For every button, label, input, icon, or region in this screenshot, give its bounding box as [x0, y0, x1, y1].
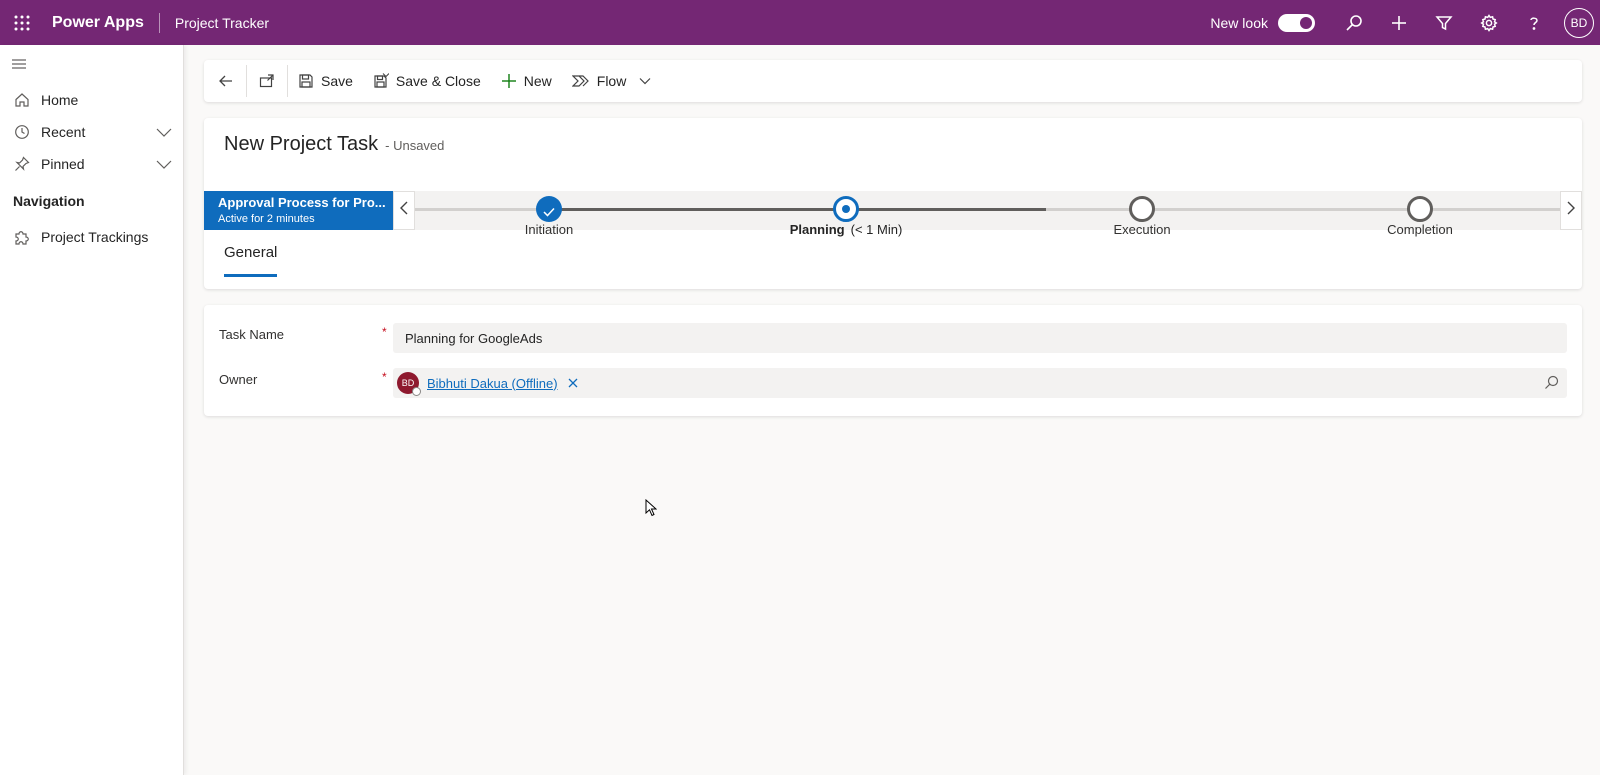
bpf-connector: [1046, 208, 1582, 211]
help-icon[interactable]: [1511, 0, 1556, 45]
page-title: New Project Task: [224, 133, 379, 155]
mouse-cursor-icon: [645, 498, 658, 522]
sidebar-item-label: Pinned: [41, 156, 85, 172]
chevron-down-icon[interactable]: [156, 125, 172, 141]
app-name[interactable]: Power Apps: [52, 14, 144, 32]
plus-icon: [501, 73, 517, 89]
sidebar-item-label: Project Trackings: [41, 229, 149, 245]
top-bar: Power Apps Project Tracker New look BD: [0, 0, 1600, 45]
owner-lookup[interactable]: BD Bibhuti Dakua (Offline): [393, 368, 1567, 398]
command-bar: Save Save & Close New Flow: [204, 60, 1582, 102]
close-icon[interactable]: [568, 378, 578, 388]
owner-link[interactable]: Bibhuti Dakua (Offline): [427, 376, 558, 391]
title-row: New Project Task - Unsaved: [224, 133, 444, 156]
save-close-icon: [373, 73, 389, 89]
save-label: Save: [321, 73, 353, 89]
app-subtitle[interactable]: Project Tracker: [175, 15, 269, 31]
chevron-right-icon: [1566, 201, 1576, 220]
top-right-actions: New look BD: [1210, 0, 1600, 45]
stage-planning-label[interactable]: Planning (< 1 Min): [790, 222, 903, 237]
stage-execution-node[interactable]: [1129, 196, 1155, 222]
presence-offline-icon: [412, 387, 421, 396]
stage-planning-duration: (< 1 Min): [850, 222, 903, 237]
arrow-left-icon: [218, 73, 234, 89]
owner-initials: BD: [401, 378, 415, 388]
business-process-flow: Approval Process for Pro... Active for 2…: [204, 191, 1582, 237]
sidebar-item-label: Recent: [41, 124, 86, 140]
form-header: New Project Task - Unsaved Approval Proc…: [204, 118, 1582, 289]
sidebar-item-label: Home: [41, 92, 79, 108]
stage-execution-label[interactable]: Execution: [1113, 222, 1170, 237]
save-close-button[interactable]: Save & Close: [363, 60, 491, 102]
home-icon: [12, 92, 32, 108]
flow-button[interactable]: Flow: [562, 60, 637, 102]
stage-planning-node[interactable]: [833, 196, 859, 222]
new-look-toggle[interactable]: [1278, 13, 1315, 32]
open-new-window-button[interactable]: [247, 60, 287, 102]
owner-avatar: BD: [397, 372, 421, 396]
clock-icon: [12, 124, 32, 140]
sidebar-item-home[interactable]: Home: [0, 84, 184, 116]
bpf-next-button[interactable]: [1560, 191, 1582, 230]
waffle-icon[interactable]: [0, 0, 44, 45]
checkmark-icon: [543, 204, 555, 222]
tab-general[interactable]: General: [224, 244, 278, 277]
required-marker: *: [382, 370, 387, 384]
back-button[interactable]: [204, 60, 246, 102]
stage-initiation-label[interactable]: Initiation: [525, 222, 573, 237]
sidebar-item-pinned[interactable]: Pinned: [0, 148, 184, 180]
plus-icon[interactable]: [1376, 0, 1421, 45]
active-dot-icon: [842, 205, 850, 213]
navigation-section-title: Navigation: [13, 193, 85, 209]
hamburger-icon[interactable]: [11, 57, 31, 73]
new-label: New: [523, 73, 552, 89]
stage-completion-node[interactable]: [1407, 196, 1433, 222]
sidebar-item-recent[interactable]: Recent: [0, 116, 184, 148]
process-name: Approval Process for Pro...: [218, 195, 386, 210]
process-duration: Active for 2 minutes: [218, 213, 315, 225]
pop-out-icon: [259, 73, 275, 89]
bpf-connector: [415, 208, 549, 211]
save-button[interactable]: Save: [288, 60, 363, 102]
pin-icon: [12, 156, 32, 172]
save-icon: [298, 73, 314, 89]
bpf-connector-complete: [549, 208, 1046, 211]
stage-completion-label[interactable]: Completion: [1387, 222, 1453, 237]
process-flyout-button[interactable]: Approval Process for Pro... Active for 2…: [204, 191, 393, 230]
form-section: Task Name * Planning for GoogleAds Owner…: [204, 305, 1582, 416]
title-divider: [158, 12, 160, 33]
stage-planning-name: Planning: [789, 222, 845, 237]
search-icon[interactable]: [1544, 375, 1559, 393]
task-name-input[interactable]: Planning for GoogleAds: [393, 323, 1567, 353]
save-close-label: Save & Close: [395, 73, 481, 89]
chevron-down-icon: [638, 76, 652, 86]
flow-icon: [571, 73, 590, 89]
user-avatar[interactable]: BD: [1564, 7, 1594, 38]
unsaved-status: - Unsaved: [385, 138, 445, 153]
new-button[interactable]: New: [491, 60, 562, 102]
chevron-left-icon: [399, 201, 409, 220]
flow-dropdown-button[interactable]: [636, 60, 660, 102]
new-look-label: New look: [1210, 14, 1268, 31]
gear-icon[interactable]: [1466, 0, 1511, 45]
sidebar-item-project-trackings[interactable]: Project Trackings: [0, 221, 184, 253]
chevron-down-icon[interactable]: [156, 157, 172, 173]
task-name-label: Task Name: [219, 327, 285, 342]
owner-label: Owner: [219, 372, 258, 387]
sidebar: Home Recent Pinned Navigation Project Tr…: [0, 45, 184, 775]
puzzle-icon: [12, 229, 32, 245]
flow-label: Flow: [596, 73, 627, 89]
bpf-prev-button[interactable]: [393, 191, 415, 230]
required-marker: *: [382, 325, 387, 339]
stage-initiation-node[interactable]: [536, 196, 562, 222]
search-icon[interactable]: [1331, 0, 1376, 45]
filter-icon[interactable]: [1421, 0, 1466, 45]
